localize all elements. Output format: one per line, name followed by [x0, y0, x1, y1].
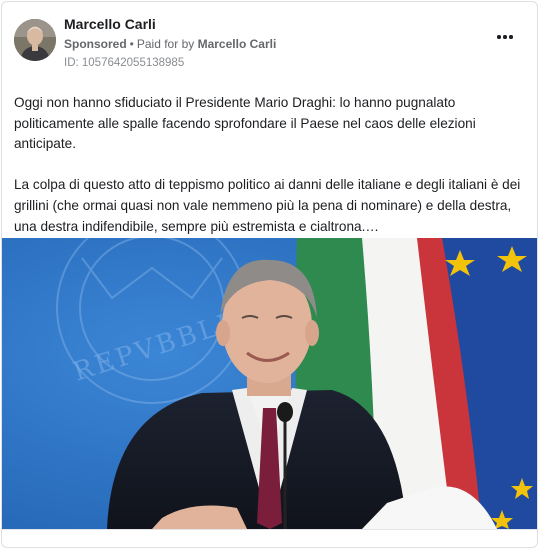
- post-paragraph: La colpa di questo atto di teppismo poli…: [14, 177, 521, 234]
- post-meta: Sponsored • Paid for by Marcello Carli: [64, 37, 276, 51]
- author-name[interactable]: Marcello Carli: [64, 16, 156, 32]
- post-photo: REPVBBLICA: [2, 238, 537, 529]
- post-header: Marcello Carli Sponsored • Paid for by Mar…: [2, 2, 537, 82]
- more-horizontal-icon: [497, 35, 513, 39]
- ad-id: ID: 1057642055138985: [64, 57, 185, 69]
- more-options-button[interactable]: [493, 30, 517, 44]
- post-image[interactable]: REPVBBLICA: [2, 238, 537, 529]
- post-paragraph: Oggi non hanno sfiduciato il Presidente …: [14, 95, 476, 152]
- payer-name[interactable]: Marcello Carli: [198, 37, 277, 51]
- post-text: Oggi non hanno sfiduciato il Presidente …: [14, 93, 529, 237]
- ad-card: Marcello Carli Sponsored • Paid for by Mar…: [1, 1, 538, 548]
- avatar[interactable]: [14, 19, 56, 61]
- avatar-photo: [14, 19, 56, 61]
- footer-divider: [2, 529, 537, 530]
- meta-separator: •: [129, 37, 134, 51]
- sponsored-label: Sponsored: [64, 37, 127, 51]
- paid-for-prefix: Paid for by: [136, 37, 195, 51]
